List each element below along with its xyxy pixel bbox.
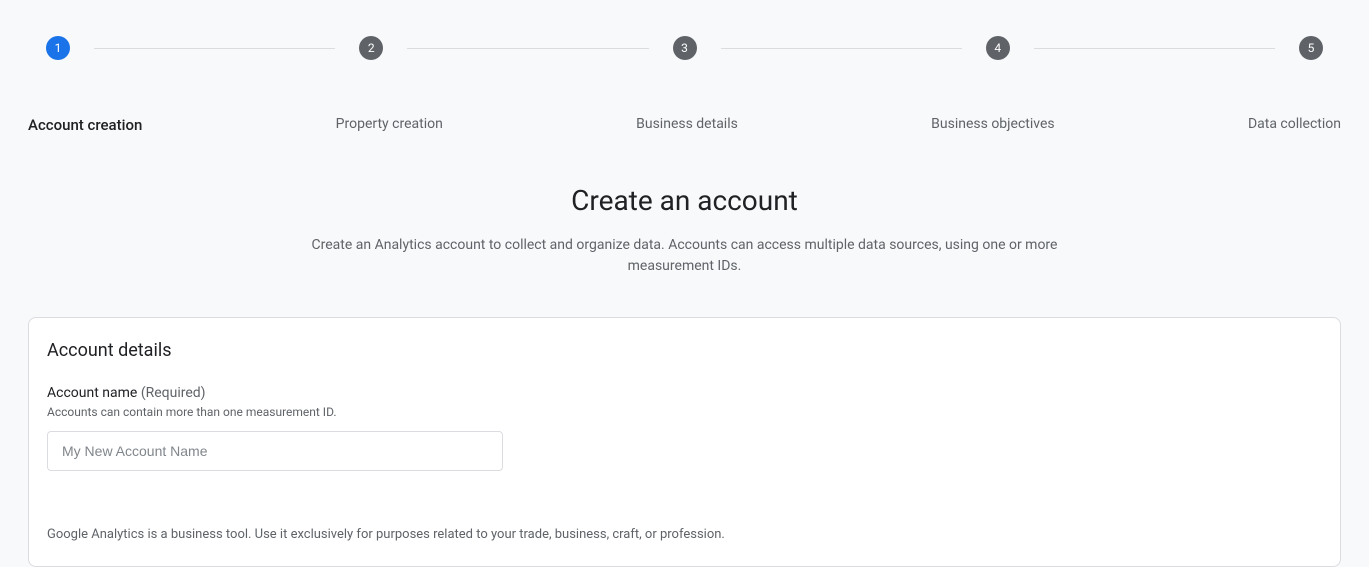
step-connector — [721, 48, 962, 49]
step-connector — [1034, 48, 1275, 49]
step-5[interactable]: 5 — [1281, 36, 1341, 60]
step-connector — [94, 48, 335, 49]
step-circle-2: 2 — [359, 36, 383, 60]
step-3[interactable]: 3 — [655, 36, 715, 60]
step-2[interactable]: 2 — [341, 36, 401, 60]
stepper: 1 2 3 4 5 Account creation — [0, 0, 1369, 174]
step-1[interactable]: 1 — [28, 36, 88, 60]
page-heading: Create an account Create an Analytics ac… — [0, 184, 1369, 277]
step-label-2: Property creation — [336, 116, 443, 134]
step-label-1: Account creation — [28, 116, 142, 134]
step-connector — [407, 48, 648, 49]
account-details-card: Account details Account name (Required) … — [28, 317, 1341, 567]
step-number: 2 — [368, 41, 375, 55]
account-name-label: Account name (Required) — [47, 385, 1322, 401]
page-subtitle: Create an Analytics account to collect a… — [295, 235, 1075, 277]
step-circle-3: 3 — [673, 36, 697, 60]
step-number: 4 — [994, 41, 1001, 55]
field-required-text: (Required) — [141, 385, 206, 401]
disclaimer-text: Google Analytics is a business tool. Use… — [47, 527, 1322, 542]
step-circle-5: 5 — [1299, 36, 1323, 60]
step-number: 1 — [55, 41, 62, 55]
step-label-3: Business details — [636, 116, 738, 134]
step-4[interactable]: 4 — [968, 36, 1028, 60]
step-label-5: Data collection — [1248, 116, 1341, 134]
page-title: Create an account — [0, 184, 1369, 217]
account-name-help: Accounts can contain more than one measu… — [47, 405, 1322, 419]
step-circle-1: 1 — [46, 36, 70, 60]
account-name-input[interactable] — [47, 431, 503, 471]
step-number: 3 — [681, 41, 688, 55]
step-label-4: Business objectives — [931, 116, 1054, 134]
field-label-text: Account name — [47, 385, 137, 401]
step-number: 5 — [1308, 41, 1315, 55]
card-title: Account details — [47, 340, 1322, 361]
step-circle-4: 4 — [986, 36, 1010, 60]
